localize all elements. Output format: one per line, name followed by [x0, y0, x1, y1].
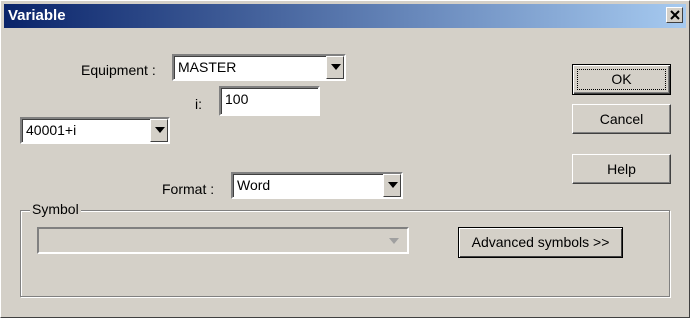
- address-dropdown[interactable]: 40001+i: [20, 117, 170, 144]
- close-icon: [670, 10, 680, 20]
- advanced-symbols-button[interactable]: Advanced symbols >>: [458, 227, 623, 258]
- chevron-down-icon: [331, 64, 341, 70]
- focus-rect: [577, 69, 666, 90]
- cancel-button[interactable]: Cancel: [572, 104, 671, 134]
- ok-button[interactable]: OK: [572, 64, 671, 95]
- help-label: Help: [607, 161, 636, 177]
- index-input[interactable]: 100: [219, 86, 320, 116]
- advanced-symbols-label: Advanced symbols >>: [471, 234, 610, 250]
- title-bar[interactable]: Variable: [4, 4, 686, 28]
- window-title: Variable: [8, 7, 66, 24]
- address-value: 40001+i: [26, 122, 77, 138]
- variable-dialog: Variable Equipment : MASTER i: 100 40001…: [0, 0, 690, 318]
- symbol-dropdown[interactable]: [37, 227, 409, 254]
- format-label: Format :: [162, 181, 215, 197]
- equipment-dropdown-button[interactable]: [326, 56, 344, 79]
- chevron-down-icon: [155, 127, 165, 133]
- format-dropdown-button[interactable]: [383, 174, 401, 197]
- format-dropdown[interactable]: Word: [231, 172, 403, 199]
- chevron-down-icon: [389, 238, 399, 244]
- index-label: i:: [195, 96, 202, 112]
- format-value: Word: [237, 177, 271, 193]
- equipment-label: Equipment :: [81, 62, 156, 78]
- chevron-down-icon: [388, 182, 398, 188]
- address-dropdown-button[interactable]: [150, 119, 168, 142]
- equipment-dropdown[interactable]: MASTER: [172, 54, 346, 81]
- equipment-value: MASTER: [178, 59, 237, 75]
- help-button[interactable]: Help: [572, 154, 671, 184]
- cancel-label: Cancel: [599, 111, 644, 127]
- symbol-group-label: Symbol: [30, 201, 81, 217]
- index-value: 100: [225, 91, 249, 107]
- close-button[interactable]: [666, 7, 683, 23]
